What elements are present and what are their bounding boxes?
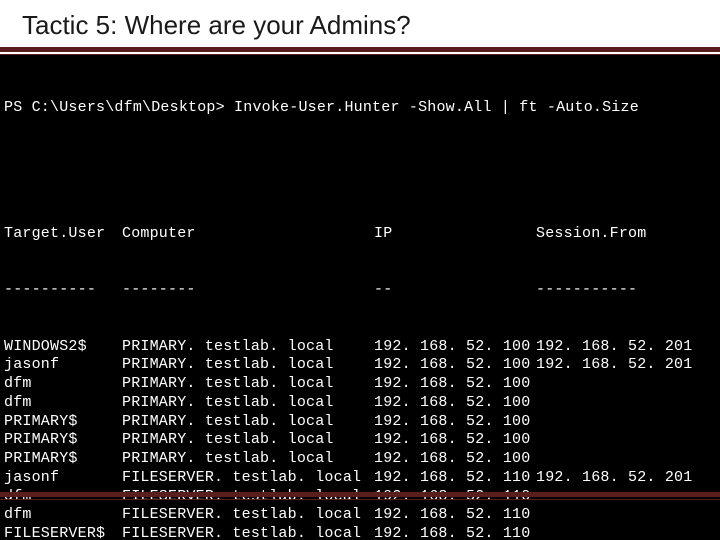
cell-ip: 192. 168. 52. 100 <box>374 338 536 357</box>
cell-session-from: 192. 168. 52. 201 <box>536 356 716 375</box>
cell-target-user: PRIMARY$ <box>4 413 122 432</box>
col-header-target-user: Target.User <box>4 225 122 244</box>
table-row: PRIMARY$PRIMARY. testlab. local192. 168.… <box>4 413 716 432</box>
sep-target-user: ---------- <box>4 281 122 300</box>
table-row: dfmFILESERVER. testlab. local192. 168. 5… <box>4 506 716 525</box>
table-row: WINDOWS2$PRIMARY. testlab. local192. 168… <box>4 338 716 357</box>
sep-session-from: ----------- <box>536 281 716 300</box>
table-row: jasonfFILESERVER. testlab. local192. 168… <box>4 469 716 488</box>
cell-ip: 192. 168. 52. 100 <box>374 413 536 432</box>
terminal-prompt-line: PS C:\Users\dfm\Desktop> Invoke-User.Hun… <box>4 99 716 118</box>
cell-computer: FILESERVER. testlab. local <box>122 525 374 540</box>
table-row: PRIMARY$PRIMARY. testlab. local192. 168.… <box>4 431 716 450</box>
cell-computer: PRIMARY. testlab. local <box>122 375 374 394</box>
cell-session-from <box>536 525 716 540</box>
cell-computer: PRIMARY. testlab. local <box>122 338 374 357</box>
cell-computer: PRIMARY. testlab. local <box>122 450 374 469</box>
col-header-computer: Computer <box>122 225 374 244</box>
slide-title-bar: Tactic 5: Where are your Admins? <box>0 0 720 47</box>
cell-session-from <box>536 394 716 413</box>
cell-computer: PRIMARY. testlab. local <box>122 356 374 375</box>
cell-target-user: PRIMARY$ <box>4 450 122 469</box>
terminal-table: Target.User Computer IP Session.From ---… <box>4 188 716 540</box>
cell-computer: PRIMARY. testlab. local <box>122 431 374 450</box>
cell-ip: 192. 168. 52. 100 <box>374 356 536 375</box>
cell-ip: 192. 168. 52. 100 <box>374 375 536 394</box>
cell-target-user: dfm <box>4 375 122 394</box>
cell-ip: 192. 168. 52. 100 <box>374 394 536 413</box>
table-header-row: Target.User Computer IP Session.From <box>4 225 716 244</box>
cell-ip: 192. 168. 52. 110 <box>374 469 536 488</box>
slide-title: Tactic 5: Where are your Admins? <box>22 10 411 40</box>
sep-ip: -- <box>374 281 536 300</box>
sep-computer: -------- <box>122 281 374 300</box>
cell-computer: PRIMARY. testlab. local <box>122 394 374 413</box>
cell-session-from <box>536 375 716 394</box>
terminal-output: PS C:\Users\dfm\Desktop> Invoke-User.Hun… <box>0 55 720 540</box>
cell-ip: 192. 168. 52. 100 <box>374 450 536 469</box>
footer-rule <box>0 492 720 500</box>
cell-computer: PRIMARY. testlab. local <box>122 413 374 432</box>
cell-ip: 192. 168. 52. 100 <box>374 431 536 450</box>
table-row: dfmPRIMARY. testlab. local192. 168. 52. … <box>4 394 716 413</box>
cell-session-from: 192. 168. 52. 201 <box>536 469 716 488</box>
cell-session-from <box>536 450 716 469</box>
cell-target-user: dfm <box>4 506 122 525</box>
slide: Tactic 5: Where are your Admins? PS C:\U… <box>0 0 720 540</box>
cell-session-from <box>536 413 716 432</box>
cell-ip: 192. 168. 52. 110 <box>374 525 536 540</box>
table-row: dfmPRIMARY. testlab. local192. 168. 52. … <box>4 375 716 394</box>
cell-target-user: PRIMARY$ <box>4 431 122 450</box>
cell-target-user: jasonf <box>4 356 122 375</box>
cell-session-from <box>536 431 716 450</box>
cell-target-user: WINDOWS2$ <box>4 338 122 357</box>
cell-session-from: 192. 168. 52. 201 <box>536 338 716 357</box>
cell-computer: FILESERVER. testlab. local <box>122 469 374 488</box>
footer-rule-thin <box>0 499 720 500</box>
table-row: PRIMARY$PRIMARY. testlab. local192. 168.… <box>4 450 716 469</box>
table-row: jasonfPRIMARY. testlab. local192. 168. 5… <box>4 356 716 375</box>
table-separator-row: ---------- -------- -- ----------- <box>4 281 716 300</box>
footer-rule-thick <box>0 492 720 497</box>
cell-session-from <box>536 506 716 525</box>
cell-ip: 192. 168. 52. 110 <box>374 506 536 525</box>
cell-target-user: FILESERVER$ <box>4 525 122 540</box>
cell-computer: FILESERVER. testlab. local <box>122 506 374 525</box>
col-header-ip: IP <box>374 225 536 244</box>
cell-target-user: jasonf <box>4 469 122 488</box>
title-rule-thick <box>0 47 720 52</box>
table-row: FILESERVER$FILESERVER. testlab. local192… <box>4 525 716 540</box>
cell-target-user: dfm <box>4 394 122 413</box>
col-header-session-from: Session.From <box>536 225 716 244</box>
